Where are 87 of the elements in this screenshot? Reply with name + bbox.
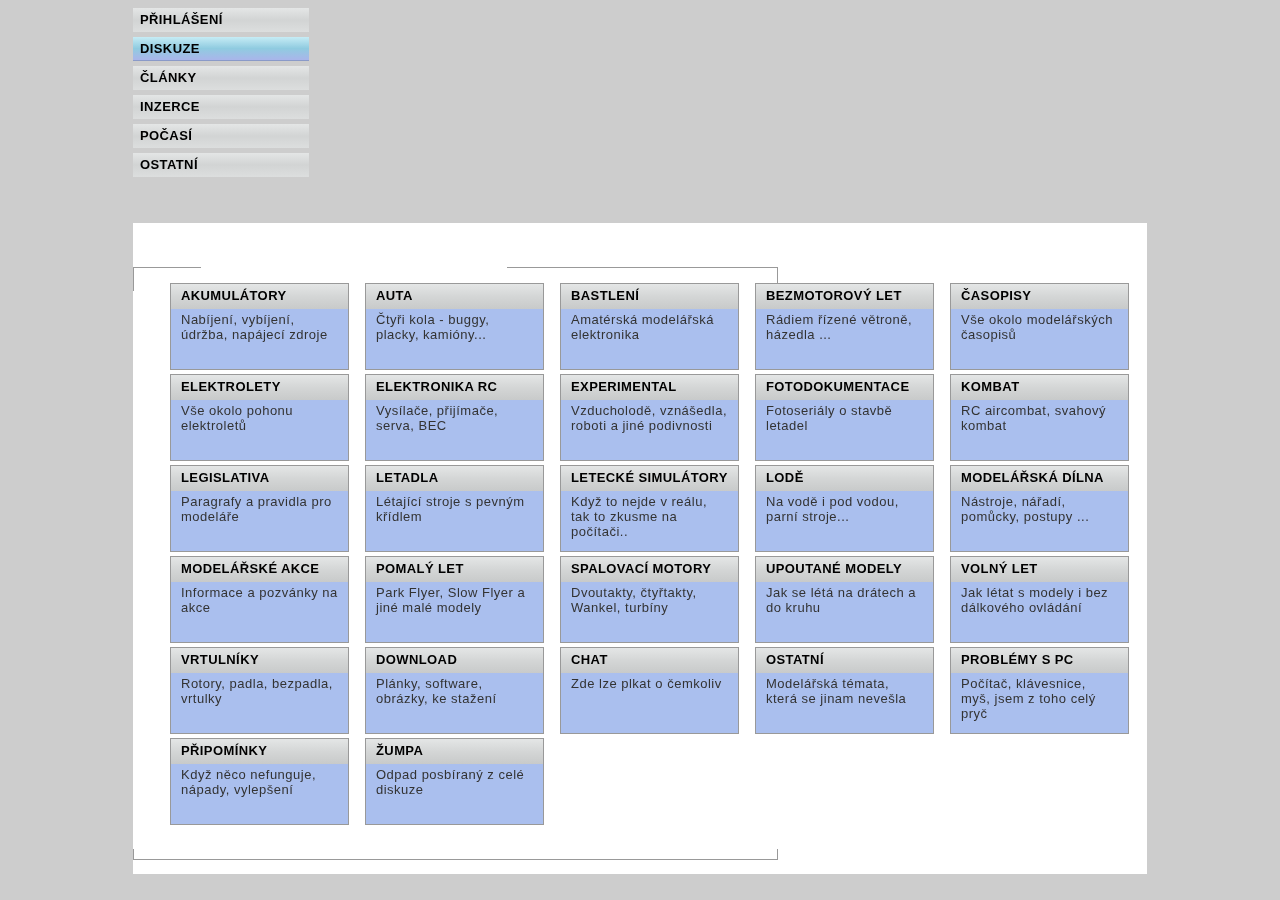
forum-description: Fotoseriály o stavbě letadel (765, 402, 894, 433)
forum-card[interactable]: FOTODOKUMENTACE Fotoseriály o stavbě letadel (755, 374, 934, 461)
forum-card[interactable]: UPOUTANÉ MODELY Jak se létá na drátech a do kruhu (755, 556, 934, 643)
forum-description: Počítač, klávesnice, myš, jsem z toho celý pryč (960, 675, 1097, 721)
forum-card[interactable]: ČASOPISY Vše okolo modelářských časopisů (950, 283, 1129, 370)
forum-description: Rádiem řízené větroně, házedla ... (765, 311, 914, 342)
forum-card[interactable]: EXPERIMENTAL Vzducholodě, vznášedla, roboti a jiné podivnosti (560, 374, 739, 461)
forum-card[interactable]: AUTA Čtyři kola - buggy, placky, kamióny... (365, 283, 544, 370)
forum-card[interactable]: LODĚ Na vodě i pod vodou, parní stroje... (755, 465, 934, 552)
forum-title: BEZMOTOROVÝ LET (756, 284, 933, 309)
forum-card[interactable]: VOLNÝ LET Jak létat s modely i bez dálkového ovládání (950, 556, 1129, 643)
forum-description: Na vodě i pod vodou, parní stroje... (765, 493, 900, 524)
menu-item[interactable]: POČASÍ (133, 124, 309, 148)
forum-title: DOWNLOAD (366, 648, 543, 673)
forum-description: RC aircombat, svahový kombat (960, 402, 1107, 433)
forum-card[interactable]: POMALÝ LET Park Flyer, Slow Flyer a jiné malé modely (365, 556, 544, 643)
forum-title: MODELÁŘSKÉ AKCE (171, 557, 348, 582)
forum-title: LEGISLATIVA (171, 466, 348, 491)
forum-title: CHAT (561, 648, 738, 673)
forum-title: VRTULNÍKY (171, 648, 348, 673)
forum-title: KOMBAT (951, 375, 1128, 400)
forum-title: BASTLENÍ (561, 284, 738, 309)
menu-item[interactable]: DISKUZE (133, 37, 309, 61)
menu-item[interactable]: ČLÁNKY (133, 66, 309, 90)
forum-title: LODĚ (756, 466, 933, 491)
forum-description: Vzducholodě, vznášedla, roboti a jiné podivnosti (570, 402, 729, 433)
forum-card[interactable]: PROBLÉMY S PC Počítač, klávesnice, myš, jsem z toho celý pryč (950, 647, 1129, 734)
forum-card[interactable]: ELEKTROLETY Vše okolo pohonu elektroletů (170, 374, 349, 461)
menu-item[interactable]: INZERCE (133, 95, 309, 119)
forum-description: Odpad posbíraný z celé diskuze (375, 766, 526, 797)
forum-title: OSTATNÍ (756, 648, 933, 673)
forum-card[interactable]: AKUMULÁTORY Nabíjení, vybíjení, údržba, napájecí zdroje (170, 283, 349, 370)
forum-title: SPALOVACÍ MOTORY (561, 557, 738, 582)
forum-title: MODELÁŘSKÁ DÍLNA (951, 466, 1128, 491)
forum-description: Paragrafy a pravidla pro modeláře (180, 493, 333, 524)
forum-title: PŘIPOMÍNKY (171, 739, 348, 764)
forum-card[interactable]: BEZMOTOROVÝ LET Rádiem řízené větroně, házedla ... (755, 283, 934, 370)
forum-description: Jak se létá na drátech a do kruhu (765, 584, 918, 615)
forum-description: Když to nejde v reálu, tak to zkusme na počítači.. (570, 493, 709, 539)
forum-description: Když něco nefunguje, nápady, vylepšení (180, 766, 318, 797)
forum-title: AKUMULÁTORY (171, 284, 348, 309)
forum-description: Vše okolo modelářských časopisů (960, 311, 1114, 342)
forum-description: Dvoutakty, čtyřtakty, Wankel, turbíny (570, 584, 698, 615)
forum-card[interactable]: CHAT Zde lze plkat o čemkoliv (560, 647, 739, 734)
forum-card[interactable]: OSTATNÍ Modelářská témata, která se jinam nevešla (755, 647, 934, 734)
forum-title: PROBLÉMY S PC (951, 648, 1128, 673)
forum-title: ELEKTRONIKA RC (366, 375, 543, 400)
forum-card[interactable]: ELEKTRONIKA RC Vysílače, přijímače, serva, BEC (365, 374, 544, 461)
forum-title: VOLNÝ LET (951, 557, 1128, 582)
forum-title: EXPERIMENTAL (561, 375, 738, 400)
forum-card[interactable]: LETADLA Létající stroje s pevným křídlem (365, 465, 544, 552)
forum-card[interactable]: ŽUMPA Odpad posbíraný z celé diskuze (365, 738, 544, 825)
forum-description: Vysílače, přijímače, serva, BEC (375, 402, 500, 433)
menu-item[interactable]: PŘIHLÁŠENÍ (133, 8, 309, 32)
forum-title: FOTODOKUMENTACE (756, 375, 933, 400)
forum-description: Informace a pozvánky na akce (180, 584, 339, 615)
forum-description: Jak létat s modely i bez dálkového ovládání (960, 584, 1110, 615)
forum-card[interactable]: VRTULNÍKY Rotory, padla, bezpadla, vrtulky (170, 647, 349, 734)
forum-description: Nabíjení, vybíjení, údržba, napájecí zdroje (180, 311, 329, 342)
menu-item[interactable]: OSTATNÍ (133, 153, 309, 177)
forum-description: Zde lze plkat o čemkoliv (570, 675, 723, 691)
forum-description: Čtyři kola - buggy, placky, kamióny... (375, 311, 491, 342)
forum-description: Amatérská modelářská elektronika (570, 311, 715, 342)
forum-card[interactable]: PŘIPOMÍNKY Když něco nefunguje, nápady, vylepšení (170, 738, 349, 825)
forum-card[interactable]: DOWNLOAD Plánky, software, obrázky, ke stažení (365, 647, 544, 734)
forum-card[interactable]: LEGISLATIVA Paragrafy a pravidla pro modeláře (170, 465, 349, 552)
forum-description: Plánky, software, obrázky, ke stažení (375, 675, 498, 706)
forum-card[interactable]: BASTLENÍ Amatérská modelářská elektronika (560, 283, 739, 370)
forum-description: Rotory, padla, bezpadla, vrtulky (180, 675, 334, 706)
forum-title: LETECKÉ SIMULÁTORY (561, 466, 738, 491)
forum-description: Létající stroje s pevným křídlem (375, 493, 526, 524)
forum-description: Vše okolo pohonu elektroletů (180, 402, 295, 433)
forum-title: UPOUTANÉ MODELY (756, 557, 933, 582)
forum-description: Nástroje, nářadí, pomůcky, postupy ... (960, 493, 1091, 524)
forum-title: ŽUMPA (366, 739, 543, 764)
forum-description: Modelářská témata, která se jinam nevešla (765, 675, 908, 706)
forum-title: ČASOPISY (951, 284, 1128, 309)
forum-description: Park Flyer, Slow Flyer a jiné malé modely (374, 584, 527, 615)
forum-title: ELEKTROLETY (171, 375, 348, 400)
forum-card[interactable]: LETECKÉ SIMULÁTORY Když to nejde v reálu, tak to zkusme na počítači.. (560, 465, 739, 552)
forum-title: AUTA (366, 284, 543, 309)
forum-card[interactable]: KOMBAT RC aircombat, svahový kombat (950, 374, 1129, 461)
forum-card[interactable]: SPALOVACÍ MOTORY Dvoutakty, čtyřtakty, Wankel, turbíny (560, 556, 739, 643)
forum-card[interactable]: MODELÁŘSKÁ DÍLNA Nástroje, nářadí, pomůcky, postupy ... (950, 465, 1129, 552)
forum-card[interactable]: MODELÁŘSKÉ AKCE Informace a pozvánky na akce (170, 556, 349, 643)
forum-title: POMALÝ LET (366, 557, 543, 582)
forum-title: LETADLA (366, 466, 543, 491)
